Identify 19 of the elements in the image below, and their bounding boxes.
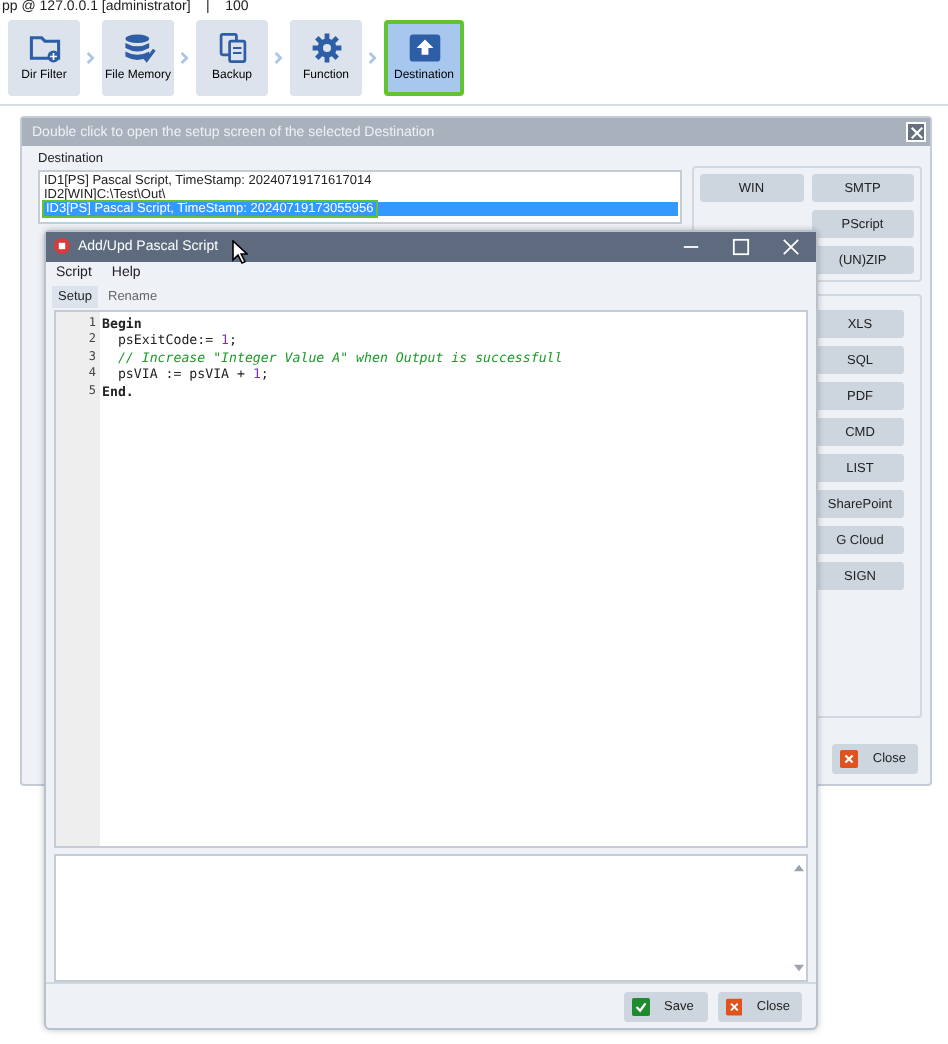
app-icon	[54, 238, 70, 255]
scroll-up-icon[interactable]	[793, 864, 803, 873]
chevron-icon	[368, 49, 378, 65]
close-icon[interactable]	[782, 237, 800, 256]
close-icon	[840, 750, 859, 768]
gear-icon	[309, 32, 343, 64]
chevron-icon	[86, 49, 96, 65]
copy-icon	[215, 32, 249, 64]
close-icon	[726, 997, 743, 1016]
chevron-icon	[274, 49, 284, 65]
folder-icon	[27, 32, 61, 64]
upload-icon	[407, 32, 441, 64]
chevron-icon	[180, 49, 190, 65]
scroll-down-icon[interactable]	[793, 964, 803, 973]
mouse-cursor-icon	[232, 240, 248, 264]
database-icon	[121, 32, 155, 64]
close-button[interactable]	[906, 122, 926, 142]
maximize-icon[interactable]	[732, 237, 750, 256]
check-icon	[632, 997, 650, 1016]
